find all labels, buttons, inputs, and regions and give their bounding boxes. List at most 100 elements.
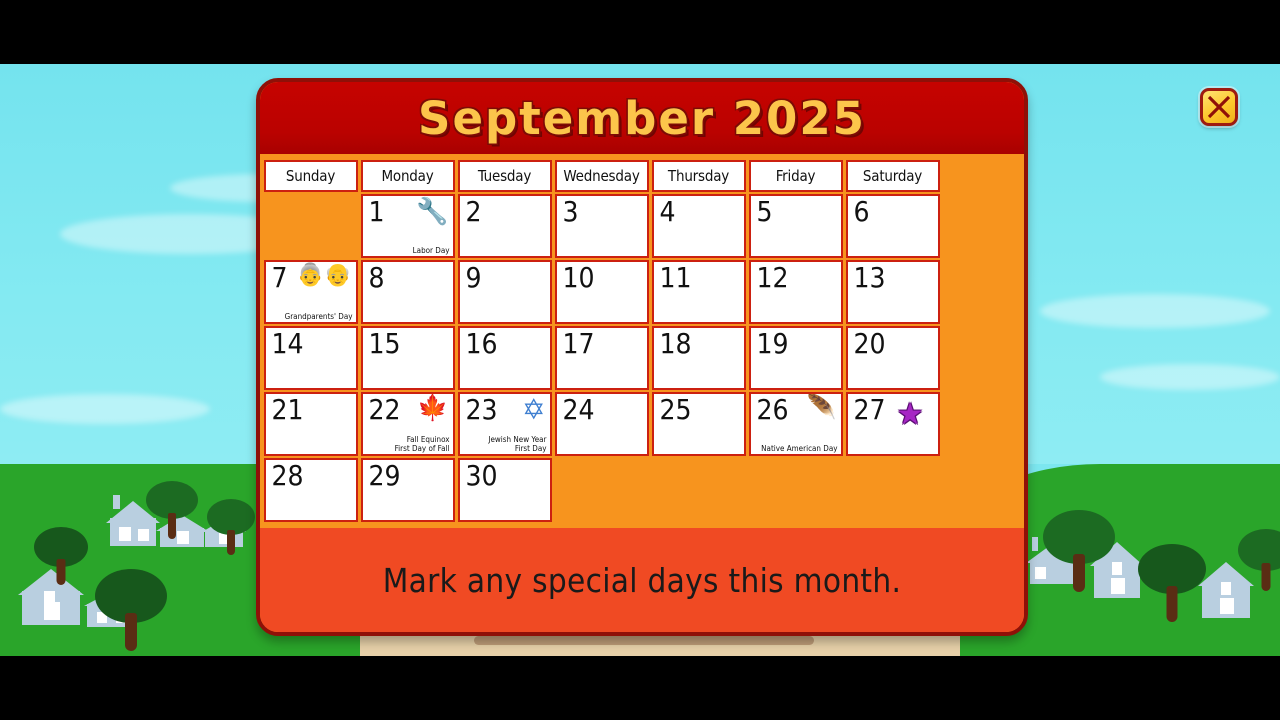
calendar-header: September 2025 (260, 82, 1024, 154)
calendar-cell-empty (264, 194, 358, 258)
calendar-week-row: 21 22 🍁 Fall Equinox First Day of Fall 23 ✡ Jew… (262, 392, 1024, 458)
weekday-header-monday: Monday (360, 160, 455, 192)
day-number: 11 (659, 261, 692, 294)
day-number: 5 (756, 195, 773, 228)
calendar-day-cell-22[interactable]: 22 🍁 Fall Equinox First Day of Fall (360, 392, 455, 456)
calendar-day-cell-11[interactable]: 11 (651, 260, 746, 324)
calendar-day-cell-19[interactable]: 19 (748, 326, 843, 390)
calendar-day-cell-28[interactable]: 28 (263, 458, 358, 522)
app-window: September 2025 Sunday Monday Tuesday Wednes… (0, 0, 1280, 720)
calendar-day-cell-3[interactable]: 3 (554, 194, 649, 258)
day-number: 3 (562, 195, 579, 228)
calendar-day-cell-29[interactable]: 29 (360, 458, 455, 522)
calendar-day-cell-25[interactable]: 25 (651, 392, 746, 456)
day-number: 20 (853, 327, 886, 360)
tree (34, 527, 88, 585)
calendar-cell-empty (652, 458, 746, 522)
calendar-week-row: 14 15 16 17 18 19 20 (262, 326, 1024, 392)
day-number: 28 (271, 459, 304, 492)
cloud (0, 394, 210, 424)
calendar-day-cell-18[interactable]: 18 (651, 326, 746, 390)
calendar-day-cell-7[interactable]: 7 👵👴 Grandparents' Day (263, 260, 358, 324)
calendar-day-cell-4[interactable]: 4 (651, 194, 746, 258)
calendar-day-cell-15[interactable]: 15 (360, 326, 455, 390)
weekday-header-label: Saturday (862, 167, 923, 185)
calendar-day-cell-27[interactable]: 27 ★ (845, 392, 940, 456)
day-number: 9 (465, 261, 482, 294)
calendar-day-cell-16[interactable]: 16 (457, 326, 552, 390)
calendar-day-cell-13[interactable]: 13 (845, 260, 940, 324)
wrench-icon: 🔧 (416, 196, 449, 226)
day-event-label: Labor Day (412, 246, 450, 255)
cloud (1040, 294, 1270, 328)
calendar-day-cell-20[interactable]: 20 (845, 326, 940, 390)
close-button[interactable] (1200, 88, 1238, 126)
calendar-day-cell-12[interactable]: 12 (748, 260, 843, 324)
weekday-header-sunday: Sunday (263, 160, 358, 192)
tree (95, 569, 167, 651)
calendar-day-cell-2[interactable]: 2 (457, 194, 552, 258)
autumn-tree-icon: 🍁 (417, 394, 449, 422)
day-number: 14 (271, 327, 304, 360)
calendar-grid: Sunday Monday Tuesday Wednesday Thursday Frid… (260, 154, 1024, 536)
calendar-week-row: 7 👵👴 Grandparents' Day 8 9 10 11 12 13 (262, 260, 1024, 326)
tree (1138, 544, 1206, 622)
day-event-label: Jewish New Year First Day (488, 435, 547, 453)
calendar-day-cell-21[interactable]: 21 (263, 392, 358, 456)
day-number: 21 (271, 393, 304, 426)
weekday-header-label: Thursday (667, 167, 730, 185)
day-number: 4 (659, 195, 676, 228)
calendar-day-cell-9[interactable]: 9 (457, 260, 552, 324)
day-number: 27 (853, 393, 886, 426)
calendar-cell-empty (555, 458, 649, 522)
weekday-header-saturday: Saturday (845, 160, 940, 192)
calendar-day-cell-8[interactable]: 8 (360, 260, 455, 324)
purple-star-mark-icon[interactable]: ★ (897, 400, 924, 430)
tree (1043, 510, 1115, 592)
weekday-header-label: Friday (775, 167, 816, 185)
weekday-header-friday: Friday (748, 160, 843, 192)
weekday-header-label: Monday (381, 167, 434, 185)
card-shadow (474, 636, 814, 645)
calendar-day-cell-30[interactable]: 30 (457, 458, 552, 522)
tree (207, 499, 255, 555)
calendar-card: September 2025 Sunday Monday Tuesday Wednes… (256, 78, 1028, 636)
weekday-header-label: Tuesday (477, 167, 532, 185)
calendar-day-cell-26[interactable]: 26 🪶 Native American Day (748, 392, 843, 456)
day-number: 19 (756, 327, 789, 360)
day-number: 26 (756, 393, 789, 426)
day-number: 16 (465, 327, 498, 360)
close-x-icon (1207, 95, 1231, 119)
calendar-cell-empty (846, 458, 940, 522)
day-number: 17 (562, 327, 595, 360)
day-number: 6 (853, 195, 870, 228)
elderly-couple-icon: 👵👴 (296, 262, 352, 287)
weekday-header-row: Sunday Monday Tuesday Wednesday Thursday Frid… (262, 160, 1024, 194)
day-number: 22 (368, 393, 401, 426)
calendar-day-cell-17[interactable]: 17 (554, 326, 649, 390)
calendar-day-cell-1[interactable]: 1 🔧 Labor Day (360, 194, 455, 258)
day-number: 24 (562, 393, 595, 426)
day-number: 30 (465, 459, 498, 492)
day-number: 1 (368, 195, 385, 228)
calendar-week-row: 1 🔧 Labor Day 2 3 4 5 6 (262, 194, 1024, 260)
headdress-icon: 🪶 (806, 394, 837, 421)
calendar-cell-empty (749, 458, 843, 522)
day-number: 7 (271, 261, 288, 294)
calendar-day-cell-14[interactable]: 14 (263, 326, 358, 390)
instruction-bar: Mark any special days this month. (260, 528, 1024, 632)
day-number: 15 (368, 327, 401, 360)
calendar-day-cell-5[interactable]: 5 (748, 194, 843, 258)
calendar-day-cell-24[interactable]: 24 (554, 392, 649, 456)
cloud (1100, 364, 1280, 390)
day-event-label: Grandparents' Day (284, 312, 353, 321)
day-number: 29 (368, 459, 401, 492)
day-event-label: Fall Equinox First Day of Fall (394, 435, 450, 453)
weeks-container: 1 🔧 Labor Day 2 3 4 5 6 7 👵👴 Grandparents' Day 8 9 10… (262, 194, 1024, 524)
weekday-header-tuesday: Tuesday (457, 160, 552, 192)
calendar-day-cell-6[interactable]: 6 (845, 194, 940, 258)
day-number: 8 (368, 261, 385, 294)
weekday-header-thursday: Thursday (651, 160, 746, 192)
calendar-day-cell-23[interactable]: 23 ✡ Jewish New Year First Day (457, 392, 552, 456)
calendar-day-cell-10[interactable]: 10 (554, 260, 649, 324)
